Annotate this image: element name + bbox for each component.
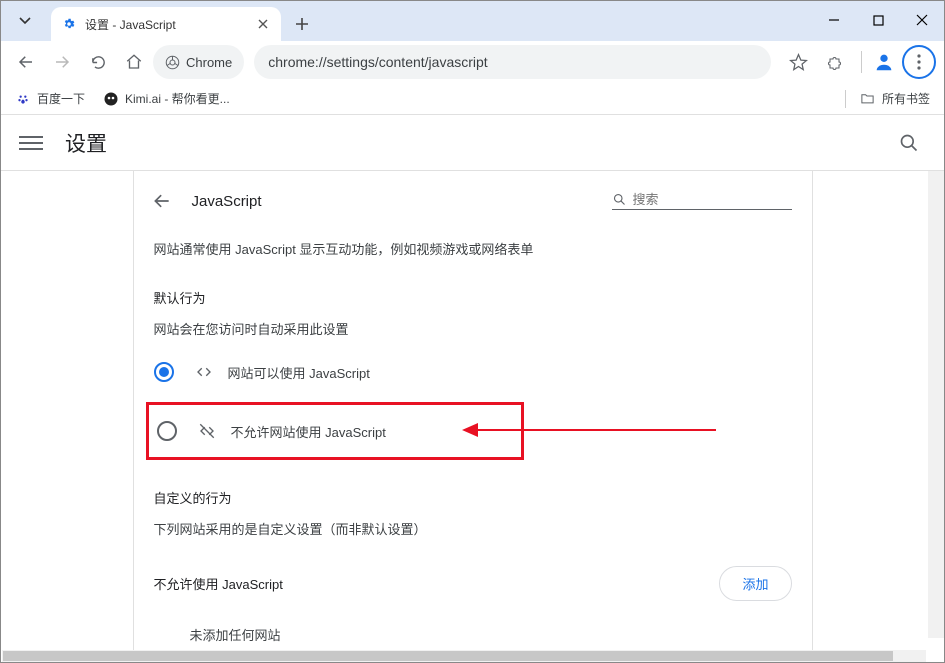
- separator: [845, 90, 846, 108]
- close-icon: [916, 14, 928, 26]
- bookmark-item-baidu[interactable]: 百度一下: [15, 90, 85, 107]
- panel-description: 网站通常使用 JavaScript 显示互动功能，例如视频游戏或网络表单: [134, 231, 812, 266]
- home-icon: [125, 53, 143, 71]
- chrome-menu-button[interactable]: [902, 45, 936, 79]
- code-icon: [194, 362, 214, 382]
- panel-header: JavaScript: [134, 171, 812, 231]
- separator: [861, 51, 862, 73]
- arrow-left-icon: [152, 191, 172, 211]
- reload-icon: [90, 54, 107, 71]
- code-off-icon: [197, 421, 217, 441]
- panel-search-input[interactable]: [633, 192, 809, 207]
- toolbar-right: [781, 45, 936, 79]
- search-icon: [612, 192, 627, 207]
- settings-panel: JavaScript 网站通常使用 JavaScript 显示互动功能，例如视频…: [133, 171, 813, 650]
- home-button[interactable]: [117, 45, 151, 79]
- radio-allow-js[interactable]: 网站可以使用 JavaScript: [134, 348, 812, 396]
- close-window-button[interactable]: [900, 3, 944, 37]
- gear-icon: [61, 16, 77, 32]
- tab-list-dropdown[interactable]: [7, 5, 43, 37]
- url-input[interactable]: chrome://settings/content/javascript: [254, 45, 771, 79]
- bookmark-bar: 百度一下 Kimi.ai - 帮你看更... 所有书签: [1, 83, 944, 115]
- annotation-arrow-head: [462, 423, 478, 437]
- radio-label: 不允许网站使用 JavaScript: [231, 422, 386, 441]
- person-icon: [873, 51, 895, 73]
- maximize-icon: [873, 15, 884, 26]
- back-arrow-button[interactable]: [150, 189, 174, 213]
- arrow-right-icon: [53, 53, 71, 71]
- site-chip[interactable]: Chrome: [153, 45, 244, 79]
- radio-button-unselected[interactable]: [157, 421, 177, 441]
- chevron-down-icon: [19, 17, 31, 25]
- settings-header: 设置: [1, 115, 944, 171]
- window-controls: [812, 3, 944, 37]
- all-bookmarks-label: 所有书签: [882, 90, 930, 107]
- browser-tab[interactable]: 设置 - JavaScript: [51, 7, 281, 41]
- dots-vertical-icon: [917, 54, 921, 70]
- folder-icon: [860, 91, 876, 107]
- custom-behavior-title: 自定义的行为: [134, 466, 812, 511]
- scrollbar-horizontal[interactable]: [2, 650, 926, 662]
- all-bookmarks-button[interactable]: 所有书签: [860, 90, 930, 107]
- custom-behavior-sub: 下列网站采用的是自定义设置（而非默认设置）: [134, 511, 812, 552]
- extensions-button[interactable]: [819, 45, 853, 79]
- block-section-row: 不允许使用 JavaScript 添加: [134, 552, 812, 615]
- empty-message: 未添加任何网站: [134, 615, 812, 650]
- bookmark-right: 所有书签: [845, 90, 930, 108]
- scrollbar-thumb[interactable]: [3, 651, 893, 661]
- block-section-label: 不允许使用 JavaScript: [154, 574, 283, 593]
- arrow-left-icon: [17, 53, 35, 71]
- settings-title: 设置: [65, 128, 107, 158]
- address-bar-row: Chrome chrome://settings/content/javascr…: [1, 41, 944, 83]
- minimize-button[interactable]: [812, 3, 856, 37]
- puzzle-icon: [827, 53, 845, 71]
- maximize-button[interactable]: [856, 3, 900, 37]
- add-button[interactable]: 添加: [719, 566, 791, 601]
- radio-button-selected[interactable]: [154, 362, 174, 382]
- content-scroll[interactable]: JavaScript 网站通常使用 JavaScript 显示互动功能，例如视频…: [1, 171, 944, 650]
- search-icon: [899, 133, 919, 153]
- radio-label: 网站可以使用 JavaScript: [228, 363, 370, 382]
- forward-button[interactable]: [45, 45, 79, 79]
- scrollbar-vertical[interactable]: [928, 171, 944, 638]
- bookmark-label: 百度一下: [37, 90, 85, 107]
- panel-title: JavaScript: [192, 193, 262, 210]
- default-behavior-sub: 网站会在您访问时自动采用此设置: [134, 311, 812, 348]
- profile-button[interactable]: [870, 48, 898, 76]
- titlebar: 设置 - JavaScript: [1, 1, 944, 41]
- site-chip-label: Chrome: [186, 55, 232, 70]
- chrome-icon: [165, 55, 180, 70]
- kimi-icon: [103, 91, 119, 107]
- new-tab-button[interactable]: [287, 9, 317, 39]
- menu-button[interactable]: [19, 131, 43, 155]
- back-button[interactable]: [9, 45, 43, 79]
- close-tab-button[interactable]: [255, 16, 271, 32]
- default-behavior-title: 默认行为: [134, 266, 812, 311]
- url-text: chrome://settings/content/javascript: [268, 54, 487, 70]
- minimize-icon: [828, 14, 840, 26]
- paw-icon: [15, 91, 31, 107]
- search-settings-button[interactable]: [892, 126, 926, 160]
- reload-button[interactable]: [81, 45, 115, 79]
- tab-title: 设置 - JavaScript: [85, 16, 255, 33]
- plus-icon: [295, 17, 309, 31]
- panel-search[interactable]: [612, 192, 792, 210]
- bookmark-label: Kimi.ai - 帮你看更...: [125, 90, 230, 107]
- close-icon: [258, 19, 268, 29]
- star-icon: [789, 53, 808, 72]
- annotation-arrow-line: [476, 429, 716, 431]
- bookmark-item-kimi[interactable]: Kimi.ai - 帮你看更...: [103, 90, 230, 107]
- bookmark-star-button[interactable]: [781, 45, 815, 79]
- hamburger-icon: [19, 136, 43, 138]
- content-area: JavaScript 网站通常使用 JavaScript 显示互动功能，例如视频…: [1, 171, 944, 650]
